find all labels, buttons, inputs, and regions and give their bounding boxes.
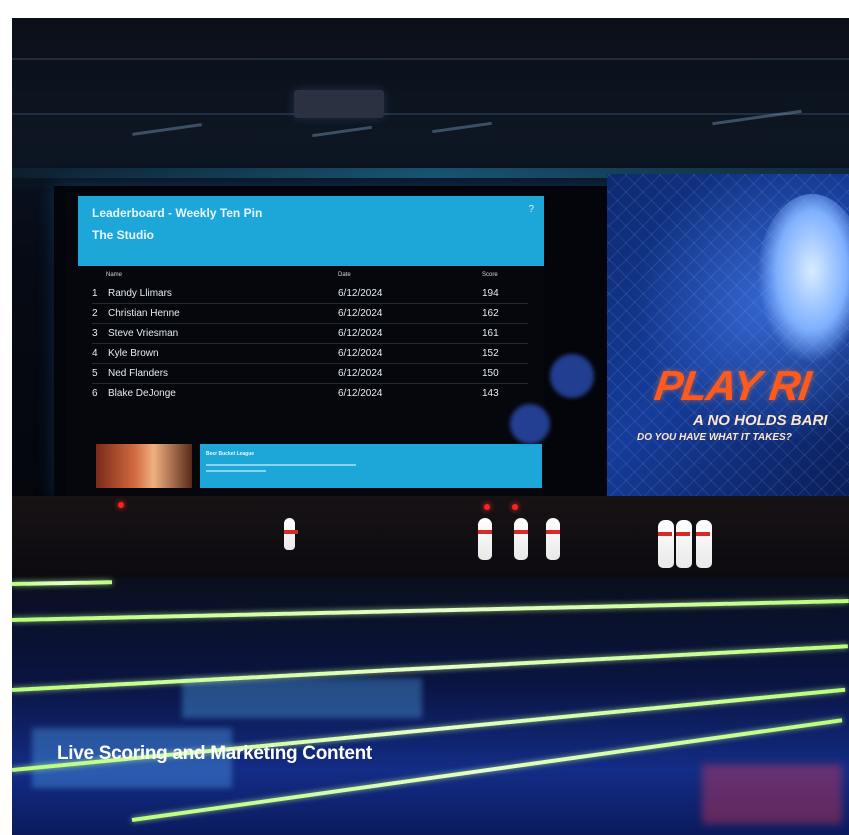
ceiling-light bbox=[432, 121, 492, 134]
graphic-line-1: A NO HOLDS BARI bbox=[693, 412, 828, 429]
leaderboard-row: 5 Ned Flanders 6/12/2024 150 bbox=[92, 364, 528, 384]
row-name: Ned Flanders bbox=[108, 368, 169, 379]
bowling-pin bbox=[546, 518, 560, 560]
row-name: Randy Llimars bbox=[108, 288, 172, 299]
leaderboard-row: 6 Blake DeJonge 6/12/2024 143 bbox=[92, 384, 528, 403]
row-rank: 1 bbox=[92, 288, 98, 299]
gutter-light bbox=[12, 580, 113, 586]
bowling-pin bbox=[478, 518, 492, 560]
row-name: Christian Henne bbox=[108, 308, 180, 319]
projector bbox=[294, 90, 384, 118]
row-score: 143 bbox=[482, 388, 499, 399]
column-header-score: Score bbox=[482, 272, 498, 278]
row-rank: 6 bbox=[92, 388, 98, 399]
leaderboard-title: Leaderboard - Weekly Ten Pin bbox=[92, 206, 263, 220]
leaderboard-row: 4 Kyle Brown 6/12/2024 152 bbox=[92, 344, 528, 364]
row-score: 152 bbox=[482, 348, 499, 359]
pin-deck bbox=[12, 496, 849, 586]
row-date: 6/12/2024 bbox=[338, 308, 383, 319]
ceiling bbox=[12, 18, 849, 188]
bokeh-light bbox=[550, 354, 594, 398]
row-date: 6/12/2024 bbox=[338, 348, 383, 359]
bowling-pin bbox=[676, 520, 692, 568]
row-date: 6/12/2024 bbox=[338, 388, 383, 399]
ceiling-beam bbox=[12, 113, 849, 115]
leaderboard: Leaderboard - Weekly Ten Pin The Studio … bbox=[66, 192, 544, 496]
row-rank: 4 bbox=[92, 348, 98, 359]
graphic-headline: PLAY RI bbox=[651, 362, 814, 409]
display-screen: Leaderboard - Weekly Ten Pin The Studio … bbox=[54, 174, 849, 496]
promo-text-line bbox=[206, 470, 266, 472]
screen-reflection bbox=[182, 678, 422, 718]
ceiling-light bbox=[312, 125, 372, 138]
red-indicator-light bbox=[118, 502, 124, 508]
row-name: Blake DeJonge bbox=[108, 388, 176, 399]
leaderboard-row: 2 Christian Henne 6/12/2024 162 bbox=[92, 304, 528, 324]
red-indicator-light bbox=[484, 504, 490, 510]
graphic-line-2: DO YOU HAVE WHAT IT TAKES? bbox=[637, 432, 792, 443]
row-score: 150 bbox=[482, 368, 499, 379]
row-rank: 3 bbox=[92, 328, 98, 339]
bowling-pin bbox=[658, 520, 674, 568]
promo-text-line bbox=[206, 464, 356, 466]
row-name: Steve Vriesman bbox=[108, 328, 179, 339]
leaderboard-subtitle: The Studio bbox=[92, 228, 154, 242]
bowling-pin bbox=[284, 518, 298, 550]
row-date: 6/12/2024 bbox=[338, 328, 383, 339]
promo-banner: Beer Bucket League bbox=[200, 444, 542, 488]
column-header-name: Name bbox=[106, 272, 123, 278]
leaderboard-header: Leaderboard - Weekly Ten Pin The Studio … bbox=[78, 196, 544, 266]
bowling-lanes bbox=[12, 578, 849, 835]
bokeh-light bbox=[510, 404, 550, 444]
bowling-pin bbox=[696, 520, 712, 568]
leaderboard-row: 3 Steve Vriesman 6/12/2024 161 bbox=[92, 324, 528, 344]
leaderboard-row: 1 Randy Llimars 6/12/2024 194 bbox=[92, 284, 528, 304]
row-score: 161 bbox=[482, 328, 499, 339]
row-rank: 5 bbox=[92, 368, 98, 379]
row-rank: 2 bbox=[92, 308, 98, 319]
ceiling-light bbox=[132, 123, 202, 136]
red-indicator-light bbox=[512, 504, 518, 510]
gutter-light bbox=[12, 599, 849, 622]
gutter-light bbox=[12, 644, 848, 692]
header-mark: ? bbox=[528, 204, 534, 215]
bowling-pin bbox=[514, 518, 528, 560]
row-date: 6/12/2024 bbox=[338, 288, 383, 299]
column-header-date: Date bbox=[338, 272, 351, 278]
promo-graphic: PLAY RI A NO HOLDS BARI DO YOU HAVE WHAT… bbox=[607, 174, 849, 496]
graphic-reflection bbox=[702, 764, 842, 824]
promo-image bbox=[96, 444, 192, 488]
bowling-alley-photo: Leaderboard - Weekly Ten Pin The Studio … bbox=[12, 18, 849, 835]
row-score: 194 bbox=[482, 288, 499, 299]
row-score: 162 bbox=[482, 308, 499, 319]
ceiling-beam bbox=[12, 58, 849, 60]
photo-caption: Live Scoring and Marketing Content bbox=[57, 743, 372, 764]
promo-title: Beer Bucket League bbox=[206, 451, 255, 457]
row-name: Kyle Brown bbox=[108, 348, 159, 359]
row-date: 6/12/2024 bbox=[338, 368, 383, 379]
